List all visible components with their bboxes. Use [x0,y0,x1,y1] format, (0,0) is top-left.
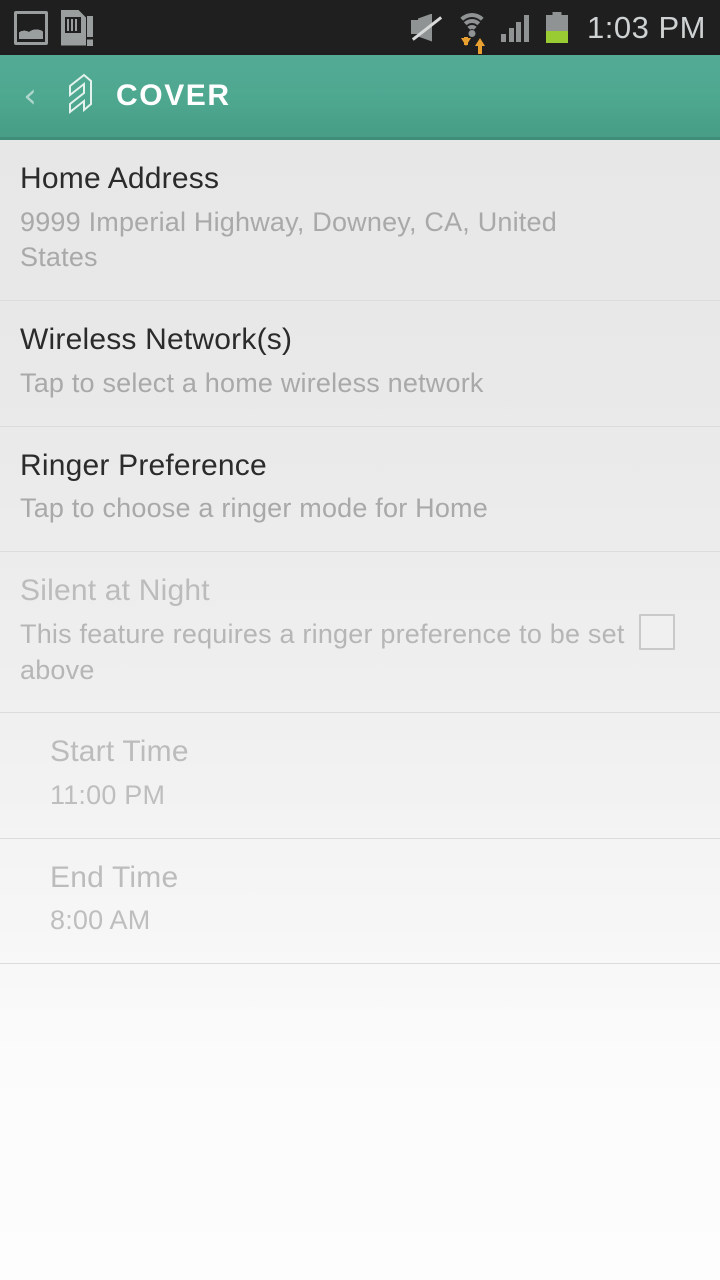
list-item-title: Ringer Preference [20,448,267,482]
wifi-dot [468,29,476,37]
screenshot-icon [14,10,48,45]
list-item-subtitle: 11:00 PM [50,779,166,810]
sd-card-contacts [67,18,79,31]
wifi-download-arrow-icon [461,36,472,46]
signal-bar-2 [508,27,514,42]
list-item-home-address[interactable]: Home Address 9999 Imperial Highway, Down… [0,140,720,302]
list-item-start-time[interactable]: Start Time 11:00 PM [0,713,720,839]
list-empty-area [0,964,720,1280]
status-bar-left-icons [14,9,93,46]
list-item-ringer-preference[interactable]: Ringer Preference Tap to choose a ringer… [0,427,720,553]
battery-shell [546,15,569,43]
wifi-icon [455,12,489,54]
status-bar-right-icons: 1:03 PM [411,9,706,54]
signal-bar-1 [501,33,507,42]
list-item-title: Silent at Night [20,574,210,608]
list-item-subtitle: 8:00 AM [50,905,151,936]
battery-icon [546,12,569,43]
mute-icon [411,13,443,42]
signal-bar-3 [516,21,522,42]
list-item-end-time[interactable]: End Time 8:00 AM [0,839,720,965]
list-item-title: End Time [50,860,179,894]
silent-at-night-checkbox[interactable] [639,614,675,651]
list-item-title: Start Time [50,735,189,769]
sd-card-alert-mark [87,15,93,46]
cover-logo-icon [58,71,100,121]
status-bar-clock: 1:03 PM [587,9,706,45]
list-item-subtitle: Tap to select a home wireless network [20,367,484,398]
list-item-subtitle: 9999 Imperial Highway, Downey, CA, Unite… [20,206,557,273]
page-title: COVER [116,79,231,112]
list-item-subtitle: Tap to choose a ringer mode for Home [20,493,488,524]
cellular-signal-icon [501,14,533,42]
wifi-upload-arrow-icon [475,37,486,54]
list-item-wireless-networks[interactable]: Wireless Network(s) Tap to select a home… [0,301,720,427]
list-item-silent-at-night[interactable]: Silent at Night This feature requires a … [0,552,720,714]
status-bar: 1:03 PM [0,0,720,55]
back-button[interactable]: ‹ [8,54,52,139]
sd-card-icon [61,9,93,46]
list-item-subtitle: This feature requires a ringer preferenc… [20,618,625,685]
settings-list: Home Address 9999 Imperial Highway, Down… [0,140,720,1280]
list-item-title: Home Address [20,162,220,195]
signal-bar-4 [523,14,529,42]
list-item-title: Wireless Network(s) [20,323,293,357]
battery-fill [546,31,569,43]
app-bar: ‹ COVER [0,55,720,140]
